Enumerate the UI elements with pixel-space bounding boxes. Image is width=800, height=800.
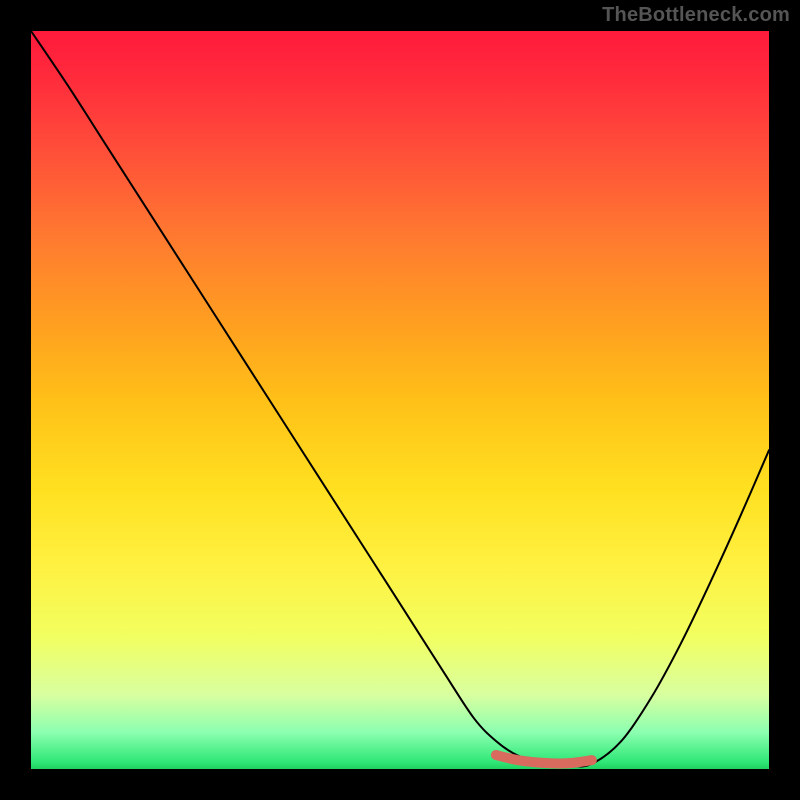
attribution-text: TheBottleneck.com <box>602 4 790 27</box>
chart-svg <box>31 31 769 769</box>
bottleneck-curve <box>31 31 769 766</box>
chart-frame: TheBottleneck.com <box>0 0 800 800</box>
optimal-range-highlight <box>496 755 592 763</box>
